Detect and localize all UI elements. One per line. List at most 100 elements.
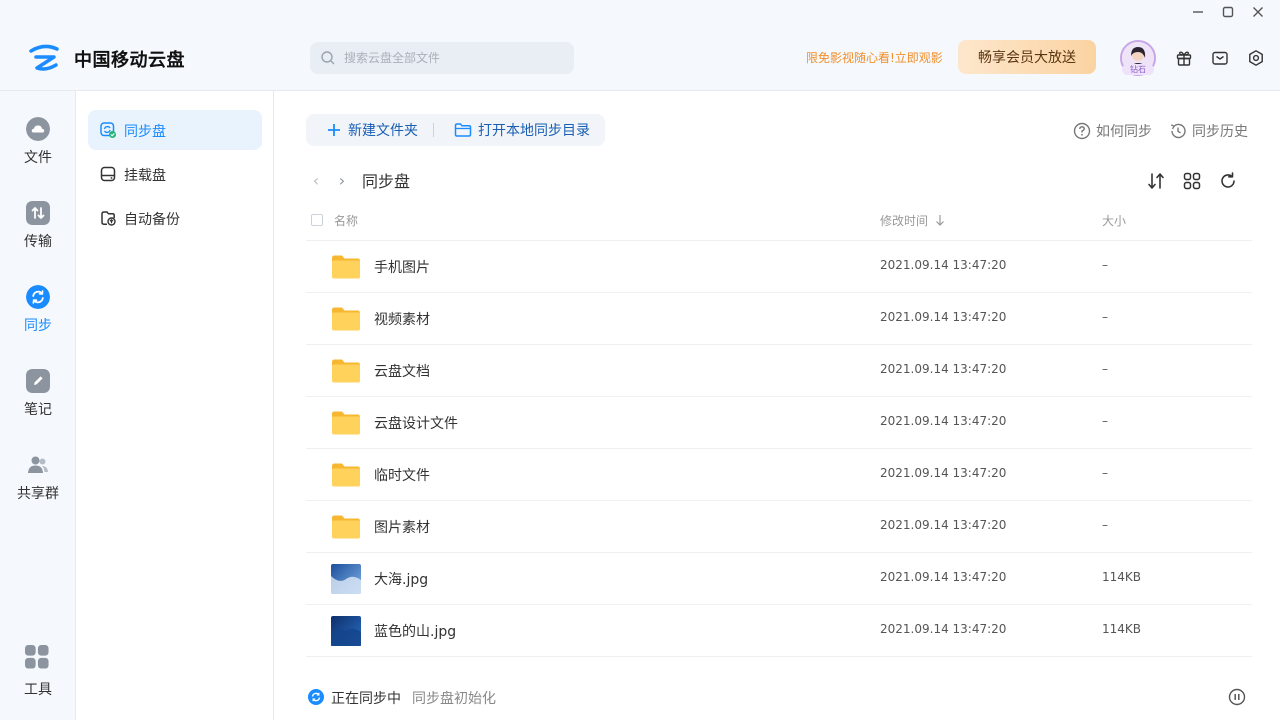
plus-icon — [328, 124, 340, 136]
app-logo-icon — [28, 43, 60, 73]
file-size: – — [1102, 310, 1108, 324]
file-size: 114KB — [1102, 570, 1142, 584]
secondary-sidebar: 同步盘 挂载盘 自动备份 — [76, 91, 274, 720]
search-input[interactable] — [344, 42, 564, 74]
toolbar-divider — [433, 123, 434, 137]
grid-view-icon[interactable] — [1182, 171, 1202, 191]
file-name: 云盘设计文件 — [374, 416, 458, 432]
select-all-checkbox[interactable] — [311, 214, 323, 226]
open-local-sync-folder-button[interactable]: 打开本地同步目录 — [454, 114, 590, 146]
file-list: 手机图片 2021.09.14 13:47:20 – 视频素材 2021.09.14 1… — [306, 241, 1252, 657]
nav-label: 共享群 — [17, 486, 59, 502]
subnav-label: 自动备份 — [124, 212, 180, 228]
search-box[interactable] — [310, 42, 574, 74]
file-size: 114KB — [1102, 622, 1142, 636]
file-modified-time: 2021.09.14 13:47:20 — [880, 466, 1007, 480]
main-content: 新建文件夹 打开本地同步目录 如何同步 同步历史 ‹ › 同步盘 名称 修改时间… — [274, 91, 1280, 720]
app-name: 中国移动云盘 — [74, 50, 185, 71]
backup-icon — [101, 211, 116, 226]
file-name: 手机图片 — [374, 260, 430, 276]
breadcrumb: ‹ › 同步盘 — [306, 169, 411, 192]
table-row[interactable]: 图片素材 2021.09.14 13:47:20 – — [306, 501, 1252, 553]
vip-promo-button[interactable]: 畅享会员大放送 — [958, 40, 1096, 74]
minimize-icon[interactable] — [1190, 4, 1206, 20]
subnav-item-sync-drive[interactable]: 同步盘 — [88, 110, 262, 150]
close-icon[interactable] — [1250, 4, 1266, 20]
nav-item-groups[interactable]: 共享群 — [0, 453, 76, 517]
table-row[interactable]: 云盘文档 2021.09.14 13:47:20 – — [306, 345, 1252, 397]
table-row[interactable]: 手机图片 2021.09.14 13:47:20 – — [306, 241, 1252, 293]
column-size-header[interactable]: 大小 — [1102, 212, 1126, 229]
nav-item-transfer[interactable]: 传输 — [0, 201, 76, 265]
subnav-label: 同步盘 — [124, 124, 166, 140]
subnav-label: 挂载盘 — [124, 168, 166, 184]
app-header: 中国移动云盘 限免影视随心看!立即观影 畅享会员大放送 钻石 — [0, 24, 1280, 91]
folder-icon — [331, 408, 361, 438]
nav-item-sync[interactable]: 同步 — [0, 285, 76, 349]
subnav-item-mounted-drive[interactable]: 挂载盘 — [88, 154, 262, 194]
note-icon — [26, 369, 50, 393]
file-modified-time: 2021.09.14 13:47:20 — [880, 518, 1007, 532]
nav-item-tools[interactable]: 工具 — [0, 645, 76, 709]
search-icon — [321, 51, 335, 65]
mail-icon[interactable] — [1211, 49, 1229, 67]
file-modified-time: 2021.09.14 13:47:20 — [880, 362, 1007, 376]
table-row[interactable]: 临时文件 2021.09.14 13:47:20 – — [306, 449, 1252, 501]
table-row[interactable]: 视频素材 2021.09.14 13:47:20 – — [306, 293, 1252, 345]
settings-icon[interactable] — [1247, 49, 1265, 67]
help-icon — [1073, 122, 1091, 140]
tools-icon — [25, 645, 49, 669]
page-title: 同步盘 — [362, 172, 411, 191]
subnav-item-auto-backup[interactable]: 自动备份 — [88, 198, 262, 238]
new-folder-button[interactable]: 新建文件夹 — [326, 114, 418, 146]
pause-icon[interactable] — [1228, 688, 1246, 706]
column-name-header[interactable]: 名称 — [334, 212, 358, 229]
file-modified-time: 2021.09.14 13:47:20 — [880, 310, 1007, 324]
promo-link[interactable]: 限免影视随心看!立即观影 — [806, 49, 943, 66]
folder-icon — [331, 356, 361, 386]
nav-item-files[interactable]: 文件 — [0, 117, 76, 181]
file-name: 蓝色的山.jpg — [374, 624, 457, 640]
image-file-icon — [331, 616, 361, 646]
transfer-icon — [26, 201, 50, 225]
nav-item-notes[interactable]: 笔记 — [0, 369, 76, 433]
back-arrow-icon[interactable]: ‹ — [306, 171, 326, 190]
history-icon — [1170, 123, 1186, 139]
table-row[interactable]: 蓝色的山.jpg 2021.09.14 13:47:20 114KB — [306, 605, 1252, 657]
nav-label: 传输 — [24, 234, 52, 250]
cloud-icon — [26, 117, 50, 141]
maximize-icon[interactable] — [1220, 4, 1236, 20]
hard-drive-icon — [100, 166, 116, 182]
forward-arrow-icon[interactable]: › — [332, 171, 352, 190]
sync-status-text: 正在同步中 — [331, 691, 401, 707]
window-titlebar — [0, 0, 1280, 24]
file-modified-time: 2021.09.14 13:47:20 — [880, 414, 1007, 428]
action-toolbar: 新建文件夹 打开本地同步目录 — [306, 114, 605, 146]
member-badge: 钻石 — [1122, 64, 1154, 75]
gift-icon[interactable] — [1175, 49, 1193, 67]
new-folder-label: 新建文件夹 — [348, 123, 418, 139]
sync-drive-icon — [100, 122, 116, 138]
file-size: – — [1102, 362, 1108, 376]
folder-icon — [331, 304, 361, 334]
file-modified-time: 2021.09.14 13:47:20 — [880, 570, 1007, 584]
folder-icon — [331, 512, 361, 542]
sync-history-link[interactable]: 同步历史 — [1169, 121, 1248, 141]
refresh-icon[interactable] — [1218, 171, 1238, 191]
sort-down-icon — [935, 215, 944, 226]
table-row[interactable]: 云盘设计文件 2021.09.14 13:47:20 – — [306, 397, 1252, 449]
file-size: – — [1102, 518, 1108, 532]
sort-icon[interactable] — [1146, 171, 1166, 191]
syncing-icon — [308, 689, 324, 705]
how-to-sync-link[interactable]: 如何同步 — [1073, 121, 1152, 141]
folder-icon — [331, 252, 361, 282]
table-row[interactable]: 大海.jpg 2021.09.14 13:47:20 114KB — [306, 553, 1252, 605]
nav-label: 文件 — [24, 150, 52, 166]
column-modified-label: 修改时间 — [880, 214, 929, 228]
file-name: 视频素材 — [374, 312, 430, 328]
column-modified-header[interactable]: 修改时间 — [880, 212, 945, 229]
how-to-sync-label: 如何同步 — [1096, 124, 1152, 140]
file-size: – — [1102, 258, 1108, 272]
file-modified-time: 2021.09.14 13:47:20 — [880, 622, 1007, 636]
file-size: – — [1102, 414, 1108, 428]
